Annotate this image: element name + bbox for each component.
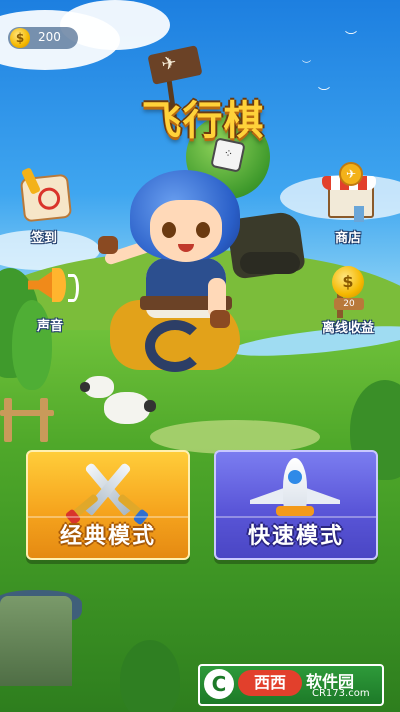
character-glove [210,310,230,328]
speaker-bell [52,268,66,302]
tree [120,640,180,712]
classic-mode-label: 经典模式 [59,524,156,549]
offline-earnings-label: 离线收益 [321,321,374,336]
classic-mode-button[interactable]: 经典模式 [26,450,190,560]
dice-icon: ⁘ [210,137,246,173]
sound-button[interactable]: 声音 [22,264,79,334]
offline-earnings-badge: 20 [334,298,364,310]
checkin-label: 签到 [30,231,57,246]
coin-counter: $ 200 [8,27,78,49]
shop-label: 商店 [334,231,361,246]
fast-mode-button[interactable]: 快速模式 [214,450,378,560]
watermark-logo-icon: C [204,669,234,699]
game-title: 飞行棋 [141,98,265,144]
character-telescope [240,252,300,274]
bird-icon: ︶ [302,61,312,71]
stamp-mark [36,186,62,211]
offline-earnings-button[interactable]: $ 20 离线收益 [312,266,384,336]
character-eye [196,222,210,238]
checkin-button[interactable]: 签到 [16,167,73,246]
bird-icon: ︶ [318,86,331,100]
dirt-path [150,420,320,454]
fast-mode-label: 快速模式 [247,524,344,549]
shop-door [354,206,364,222]
coin-balance: 200 [38,30,61,44]
character-face [150,200,222,262]
sound-wave-icon [68,274,79,302]
airplane-tail [276,506,314,516]
offline-earnings-icon: $ [332,266,364,298]
character-glove [98,236,118,254]
coin-icon: $ [10,28,30,48]
sheep-head [80,382,90,392]
airplane-badge-icon: ✈ [339,162,363,186]
character-leg [145,320,205,372]
site-watermark: C 西西 软件园 CR173.com [198,664,384,706]
speaker-horn-icon [28,270,54,300]
sheep [104,392,150,424]
sheep-head [144,400,156,412]
stone-well [0,596,72,686]
fence-post [40,398,48,442]
watermark-site: CR173.com [312,688,370,699]
shop-button[interactable]: ✈ 商店 [320,162,376,246]
fence-rail [0,410,54,416]
bird-icon: ︶ [345,30,358,44]
fence-post [4,398,12,442]
watermark-brand: 西西 [238,670,302,696]
airplane-cockpit [288,470,302,484]
character-eye [162,222,176,238]
sound-label: 声音 [36,319,63,334]
